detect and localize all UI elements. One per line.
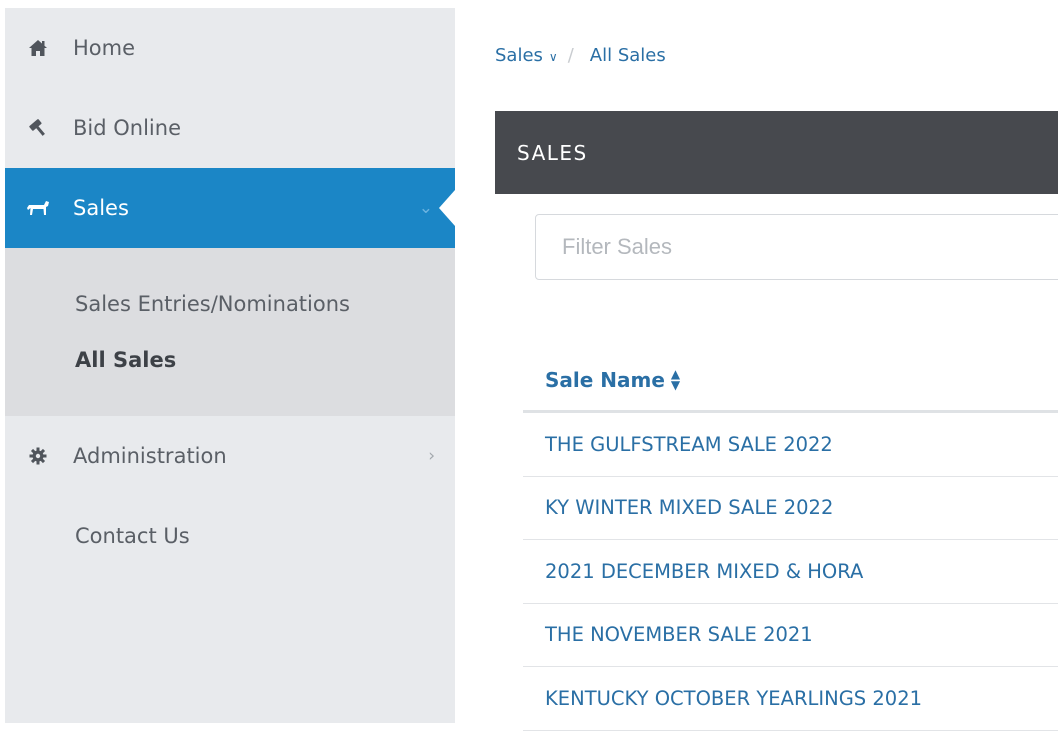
sidebar-item-label: Home <box>73 36 136 60</box>
sale-name-link[interactable]: THE GULFSTREAM SALE 2022 <box>545 433 833 456</box>
sidebar-item-home[interactable]: Home <box>5 8 455 88</box>
sale-name-link[interactable]: THE NOVEMBER SALE 2021 <box>545 623 813 646</box>
home-icon <box>25 35 51 61</box>
panel-title: SALES <box>517 140 588 165</box>
chevron-down-icon: ⌄ <box>418 198 433 218</box>
table-row[interactable]: THE NOVEMBER SALE 2021 <box>523 604 1058 667</box>
table-row[interactable]: KY WINTER MIXED SALE 2022 <box>523 477 1058 540</box>
horse-icon <box>25 195 51 221</box>
sale-name-link[interactable]: KENTUCKY OCTOBER YEARLINGS 2021 <box>545 687 922 710</box>
sidebar-item-bid-online[interactable]: Bid Online <box>5 88 455 168</box>
sidebar: Home Bid Online Sales ⌄ Sales Entries/No… <box>5 8 455 723</box>
sidebar-item-sales[interactable]: Sales ⌄ <box>5 168 455 248</box>
panel-header: SALES <box>495 111 1058 194</box>
sales-submenu: Sales Entries/Nominations All Sales <box>5 248 455 416</box>
column-header-sale-name[interactable]: Sale Name ▲ ▼ <box>523 350 1058 413</box>
sidebar-item-contact-us[interactable]: Contact Us <box>5 496 455 576</box>
table-row[interactable]: 2021 DECEMBER MIXED & HORA <box>523 540 1058 604</box>
active-indicator <box>439 190 455 226</box>
sidebar-subitem-all-sales[interactable]: All Sales <box>75 332 455 388</box>
sidebar-item-label: Administration <box>73 444 227 468</box>
gear-icon <box>25 443 51 469</box>
breadcrumb: Sales ∨ / All Sales <box>495 45 666 66</box>
sale-name-link[interactable]: KY WINTER MIXED SALE 2022 <box>545 496 833 519</box>
chevron-down-icon: ∨ <box>548 50 558 64</box>
sales-table: Sale Name ▲ ▼ THE GULFSTREAM SALE 2022 KY… <box>523 350 1058 731</box>
sidebar-subitem-sales-entries[interactable]: Sales Entries/Nominations <box>75 276 455 332</box>
table-row[interactable]: THE GULFSTREAM SALE 2022 <box>523 413 1058 477</box>
column-header-label: Sale Name <box>545 368 665 392</box>
breadcrumb-sales-link[interactable]: Sales ∨ <box>495 45 558 66</box>
sidebar-item-label: Contact Us <box>75 524 190 548</box>
gavel-icon <box>25 115 51 141</box>
sale-name-link[interactable]: 2021 DECEMBER MIXED & HORA <box>545 560 863 583</box>
sidebar-item-label: Bid Online <box>73 116 181 140</box>
breadcrumb-separator: / <box>567 45 574 66</box>
sort-icon: ▲ ▼ <box>670 367 681 392</box>
breadcrumb-parent-label: Sales <box>495 45 543 66</box>
sidebar-item-label: Sales <box>73 196 129 220</box>
chevron-right-icon: › <box>428 446 435 466</box>
sidebar-item-administration[interactable]: Administration › <box>5 416 455 496</box>
filter-sales-input[interactable] <box>535 214 1058 280</box>
breadcrumb-current[interactable]: All Sales <box>590 45 666 66</box>
table-row[interactable]: KENTUCKY OCTOBER YEARLINGS 2021 <box>523 667 1058 731</box>
